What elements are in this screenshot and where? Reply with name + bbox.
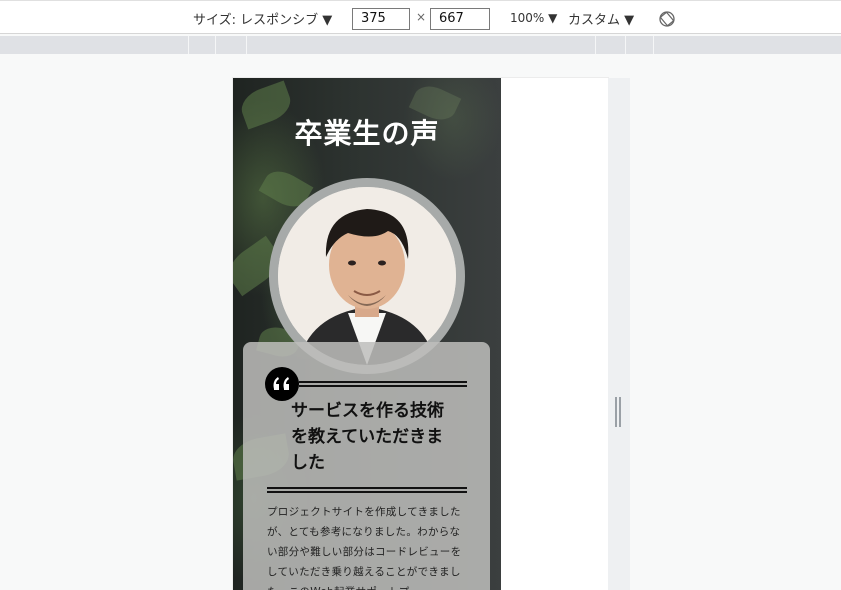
- device-toolbar: サイズ: レスポンシブ ▼ 375 × 667 100% ▼ カスタム ▼: [0, 0, 841, 34]
- quote-icon: [265, 367, 299, 401]
- device-size-dropdown[interactable]: サイズ: レスポンシブ ▼: [193, 9, 332, 28]
- viewport-height-input[interactable]: 667: [430, 8, 490, 30]
- heading-top-rule: [299, 381, 467, 383]
- testimonial-body: プロジェクトサイトを作成してきましたが、とても参考になりました。わからない部分や…: [267, 506, 462, 590]
- media-query-bar[interactable]: [0, 36, 841, 54]
- testimonial-heading: サービスを作る技術を教えていただきました: [291, 401, 444, 473]
- graduate-photo: [278, 187, 456, 365]
- heading-bottom-rule-2: [267, 491, 467, 493]
- viewport-resize-handle[interactable]: [615, 397, 621, 427]
- dimension-separator: ×: [416, 10, 427, 24]
- device-viewport[interactable]: 卒業生の声 サービスを作る技術を教えていただきました プロジェクトサイトを作成し…: [233, 78, 608, 590]
- section-title: 卒業生の声: [294, 117, 440, 150]
- heading-top-rule-2: [299, 385, 467, 387]
- heading-bottom-rule: [267, 487, 467, 489]
- viewport-width-input[interactable]: 375: [352, 8, 410, 30]
- zoom-dropdown[interactable]: 100% ▼: [510, 11, 557, 25]
- viewport-gutter: [608, 78, 630, 590]
- rotate-icon[interactable]: [658, 10, 676, 28]
- throttle-dropdown[interactable]: カスタム ▼: [568, 9, 634, 28]
